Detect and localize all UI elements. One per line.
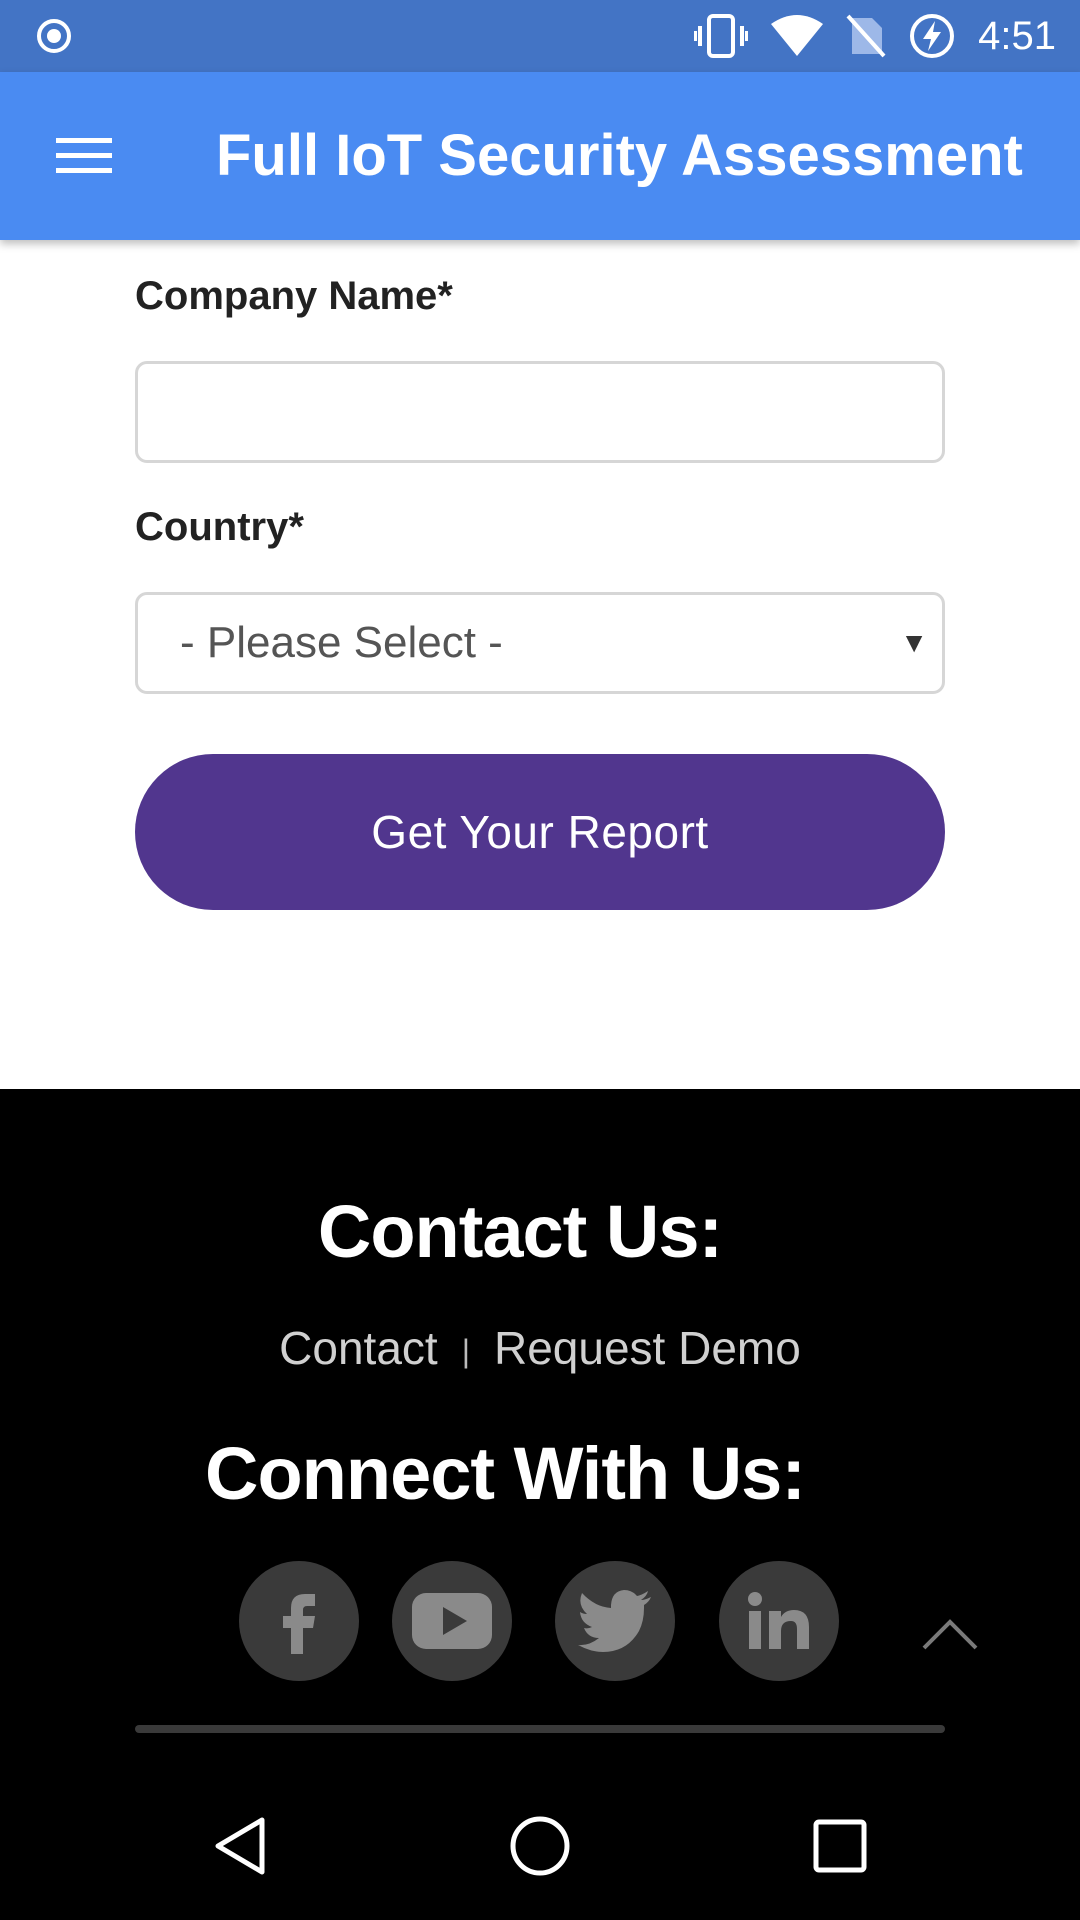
- app-bar: Full IoT Security Assessment: [0, 72, 1080, 240]
- navigation-bar: [0, 1766, 1080, 1920]
- hamburger-menu-icon: [56, 138, 112, 173]
- recents-icon: [813, 1819, 867, 1873]
- back-button[interactable]: [200, 1806, 280, 1886]
- status-time: 4:51: [978, 13, 1056, 58]
- linkedin-icon: [748, 1592, 809, 1649]
- twitter-button[interactable]: [555, 1561, 675, 1681]
- contact-links: Contact | Request Demo: [0, 1321, 1080, 1375]
- status-bar: 4:51: [0, 0, 1080, 72]
- country-label: Country*: [135, 505, 304, 549]
- home-icon: [510, 1816, 570, 1876]
- no-sim-icon: [846, 14, 886, 58]
- country-selected-value: - Please Select -: [180, 618, 503, 667]
- link-separator: |: [461, 1333, 470, 1370]
- company-name-input[interactable]: [138, 364, 942, 460]
- status-icons: 4:51: [694, 0, 1056, 72]
- country-select[interactable]: - Please Select - ▼: [135, 592, 945, 694]
- company-name-label: Company Name*: [135, 274, 453, 318]
- menu-button[interactable]: [40, 116, 128, 196]
- connect-heading: Connect With Us:: [205, 1432, 806, 1515]
- battery-charging-icon: [910, 14, 955, 58]
- page-title: Full IoT Security Assessment: [216, 123, 1023, 188]
- company-name-field[interactable]: [135, 361, 945, 463]
- get-report-button[interactable]: Get Your Report: [135, 754, 945, 910]
- recents-button[interactable]: [800, 1806, 880, 1886]
- twitter-icon: [578, 1590, 651, 1652]
- linkedin-button[interactable]: [719, 1561, 839, 1681]
- wifi-icon: [771, 15, 824, 56]
- contact-link[interactable]: Contact: [279, 1322, 438, 1374]
- facebook-icon: [283, 1594, 315, 1654]
- request-demo-link[interactable]: Request Demo: [494, 1322, 801, 1374]
- back-icon: [215, 1817, 265, 1875]
- facebook-button[interactable]: [239, 1561, 359, 1681]
- chevron-up-icon[interactable]: [920, 1614, 980, 1654]
- footer-divider: [135, 1725, 945, 1733]
- youtube-button[interactable]: [392, 1561, 512, 1681]
- vibrate-icon: [694, 14, 749, 58]
- dropdown-arrow-icon: ▼: [900, 627, 928, 658]
- record-icon: [37, 19, 71, 53]
- home-button[interactable]: [500, 1806, 580, 1886]
- youtube-icon: [412, 1593, 492, 1649]
- contact-heading: Contact Us:: [317, 1190, 723, 1273]
